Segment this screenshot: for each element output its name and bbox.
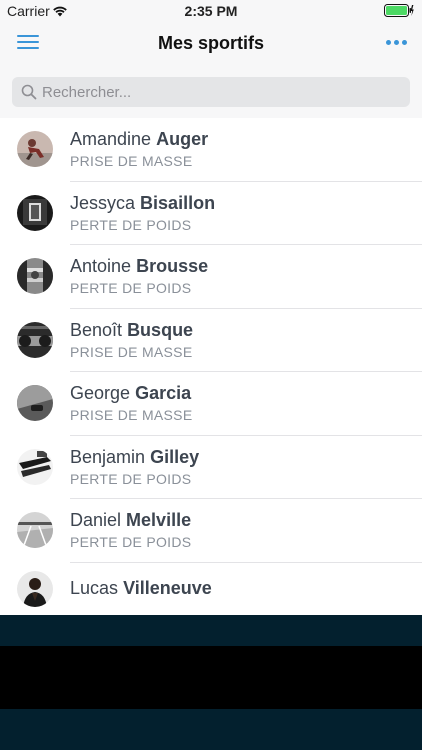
avatar	[17, 512, 53, 548]
athlete-goal: PRISE DE MASSE	[70, 407, 193, 423]
avatar	[17, 321, 53, 358]
search-bar	[0, 64, 422, 118]
battery-icon	[384, 4, 414, 20]
page-title: Mes sportifs	[157, 33, 265, 53]
avatar	[17, 448, 53, 485]
athlete-list: Amandine Auger PRISE DE MASSE Jessyca Bi…	[0, 118, 422, 615]
list-item[interactable]: Jessyca Bisaillon PERTE DE POIDS	[0, 182, 422, 245]
athlete-name: Benoît Busque	[70, 319, 194, 340]
athlete-name: Benjamin Gilley	[70, 446, 200, 467]
avatar	[17, 385, 53, 421]
list-item[interactable]: George Garcia PRISE DE MASSE	[0, 372, 422, 436]
athlete-goal: PRISE DE MASSE	[70, 343, 193, 360]
athlete-goal: PERTE DE POIDS	[70, 280, 192, 296]
list-item[interactable]: Benoît Busque PRISE DE MASSE	[0, 309, 422, 372]
athlete-name: Amandine Auger	[70, 129, 209, 149]
athlete-name: Lucas Villeneuve	[70, 577, 212, 598]
athlete-goal: PERTE DE POIDS	[70, 470, 192, 487]
avatar	[17, 194, 53, 231]
avatar	[17, 570, 53, 607]
search-input[interactable]	[42, 77, 392, 107]
clock: 2:35 PM	[184, 3, 238, 19]
athlete-name: Jessyca Bisaillon	[70, 192, 216, 213]
search-icon	[21, 84, 37, 105]
avatar	[17, 258, 53, 294]
list-item[interactable]: Benjamin Gilley PERTE DE POIDS	[0, 436, 422, 499]
background-footer	[0, 615, 422, 750]
navigation-bar: Mes sportifs	[0, 22, 422, 64]
athlete-goal: PERTE DE POIDS	[70, 534, 192, 550]
search-field[interactable]	[12, 77, 410, 107]
list-item[interactable]: Lucas Villeneuve	[0, 563, 422, 616]
status-bar: Carrier 2:35 PM	[0, 0, 422, 22]
athlete-goal: PRISE DE MASSE	[70, 153, 193, 169]
athlete-name: Daniel Melville	[70, 510, 192, 530]
more-options-icon[interactable]	[386, 40, 408, 46]
list-item[interactable]: Antoine Brousse PERTE DE POIDS	[0, 245, 422, 309]
athlete-goal: PERTE DE POIDS	[70, 216, 192, 233]
list-item[interactable]: Daniel Melville PERTE DE POIDS	[0, 499, 422, 563]
athlete-name: George Garcia	[70, 383, 192, 403]
list-item[interactable]: Amandine Auger PRISE DE MASSE	[0, 118, 422, 182]
athlete-name: Antoine Brousse	[70, 256, 209, 276]
avatar	[17, 131, 53, 167]
